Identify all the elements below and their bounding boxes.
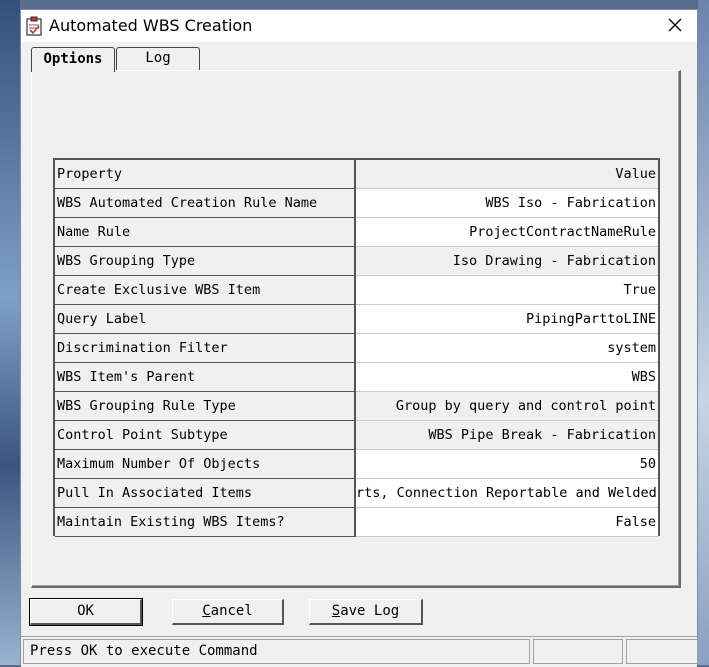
- tab-log[interactable]: Log: [116, 47, 200, 70]
- save-log-button-label: ave Log: [340, 603, 400, 619]
- table-row[interactable]: WBS Automated Creation Rule Name WBS Iso…: [55, 189, 658, 218]
- table-row[interactable]: WBS Item's Parent WBS: [55, 363, 658, 392]
- close-button[interactable]: [653, 10, 697, 42]
- property-name: Pull In Associated Items: [55, 479, 356, 508]
- desktop-background-left: [0, 0, 20, 665]
- cancel-button-mnemonic: C: [202, 603, 211, 619]
- property-value[interactable]: WBS Pipe Break - Fabrication: [356, 421, 658, 450]
- property-name: WBS Automated Creation Rule Name: [55, 189, 356, 218]
- grid-header-row: Property Value: [55, 160, 658, 189]
- window-title: Automated WBS Creation: [49, 16, 253, 35]
- table-row[interactable]: WBS Grouping Type Iso Drawing - Fabricat…: [55, 247, 658, 276]
- status-pane: [626, 639, 698, 664]
- header-property: Property: [55, 160, 356, 189]
- cancel-button[interactable]: Cancel: [172, 599, 284, 625]
- table-row[interactable]: WBS Grouping Rule Type Group by query an…: [55, 392, 658, 421]
- status-pane: [533, 639, 623, 664]
- ok-button[interactable]: OK: [29, 598, 143, 626]
- status-text: Press OK to execute Command: [23, 639, 530, 664]
- dialog-window: Automated WBS Creation Options Log Prope…: [20, 9, 698, 667]
- ok-button-label: OK: [77, 603, 94, 619]
- title-bar: Automated WBS Creation: [21, 10, 697, 42]
- property-value[interactable]: rts, Connection Reportable and Welded: [356, 479, 658, 508]
- property-value[interactable]: Group by query and control point: [356, 392, 658, 421]
- property-name: Control Point Subtype: [55, 421, 356, 450]
- property-value[interactable]: Iso Drawing - Fabrication: [356, 247, 658, 276]
- property-name: Discrimination Filter: [55, 334, 356, 363]
- property-value[interactable]: WBS Iso - Fabrication: [356, 189, 658, 218]
- table-row[interactable]: Pull In Associated Items rts, Connection…: [55, 479, 658, 508]
- property-value[interactable]: system: [356, 334, 658, 363]
- table-row[interactable]: Create Exclusive WBS Item True: [55, 276, 658, 305]
- table-row[interactable]: Maintain Existing WBS Items? False: [55, 508, 658, 537]
- desktop-background-right: [698, 0, 709, 665]
- table-row[interactable]: Discrimination Filter system: [55, 334, 658, 363]
- save-log-button-mnemonic: S: [331, 603, 341, 619]
- clipboard-check-icon: [25, 16, 43, 36]
- property-value[interactable]: ProjectContractNameRule: [356, 218, 658, 247]
- property-value[interactable]: False: [356, 508, 658, 537]
- property-value[interactable]: True: [356, 276, 658, 305]
- table-row[interactable]: Control Point Subtype WBS Pipe Break - F…: [55, 421, 658, 450]
- property-name: WBS Grouping Type: [55, 247, 356, 276]
- property-value[interactable]: PipingParttoLINE: [356, 305, 658, 334]
- cancel-button-label: ancel: [210, 603, 253, 619]
- close-icon: [668, 17, 682, 36]
- property-name: Create Exclusive WBS Item: [55, 276, 356, 305]
- property-name: Query Label: [55, 305, 356, 334]
- property-value[interactable]: WBS: [356, 363, 658, 392]
- property-name: WBS Item's Parent: [55, 363, 356, 392]
- property-name: WBS Grouping Rule Type: [55, 392, 356, 421]
- property-grid: Property Value WBS Automated Creation Ru…: [53, 158, 660, 537]
- table-row[interactable]: Maximum Number Of Objects 50: [55, 450, 658, 479]
- table-row[interactable]: Query Label PipingParttoLINE: [55, 305, 658, 334]
- property-name: Name Rule: [55, 218, 356, 247]
- property-value[interactable]: 50: [356, 450, 658, 479]
- save-log-button[interactable]: Save Log: [309, 599, 423, 625]
- status-bar: Press OK to execute Command: [21, 636, 698, 667]
- property-name: Maximum Number Of Objects: [55, 450, 356, 479]
- tab-options[interactable]: Options: [31, 47, 115, 72]
- table-row[interactable]: Name Rule ProjectContractNameRule: [55, 218, 658, 247]
- header-value: Value: [356, 160, 658, 189]
- property-name: Maintain Existing WBS Items?: [55, 508, 356, 537]
